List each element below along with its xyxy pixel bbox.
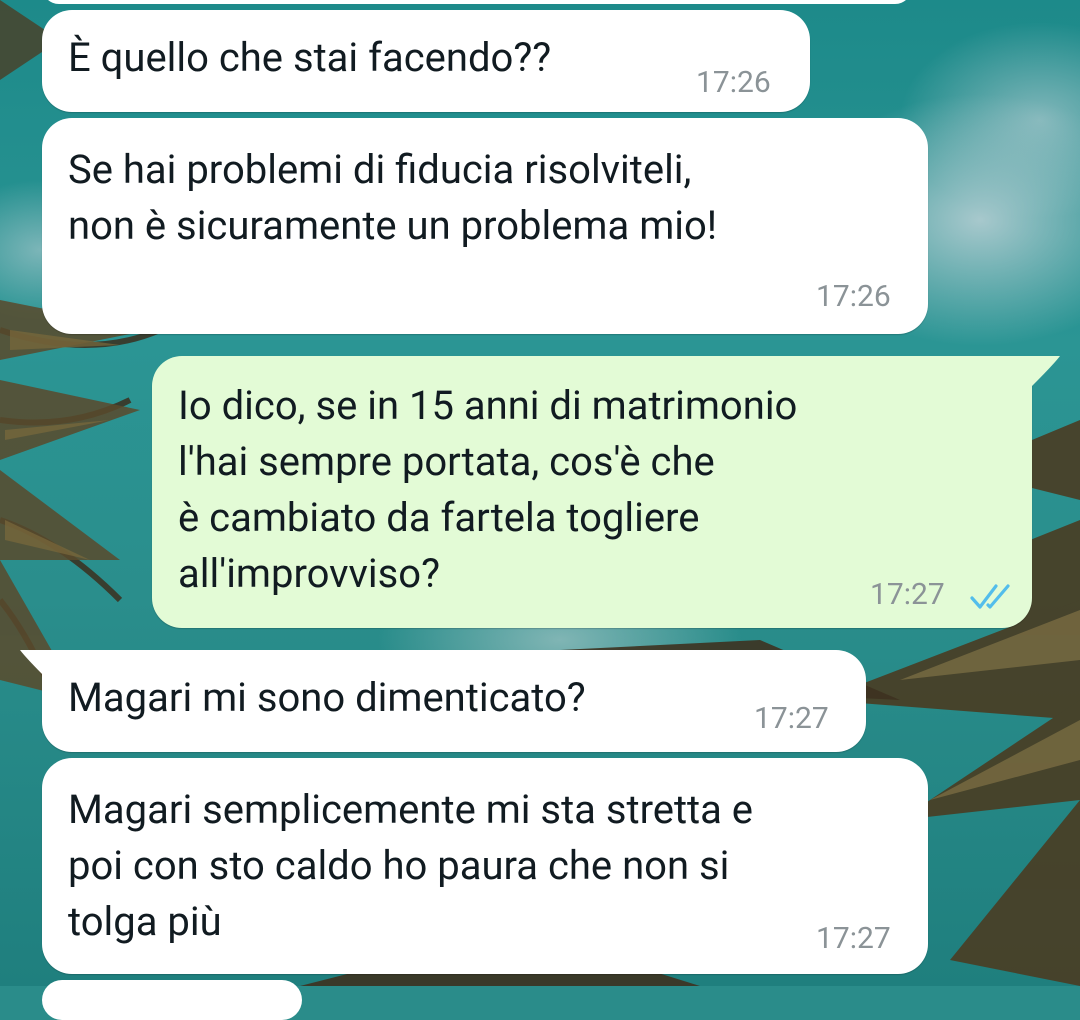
- message-text: Io dico, se in 15 anni di matrimonio l'h…: [178, 382, 798, 597]
- message-text: È quello che stai facendo??: [68, 34, 552, 81]
- message-time: 17:27: [754, 701, 829, 736]
- incoming-message-bubble[interactable]: È quello che stai facendo?? 17:26: [42, 10, 810, 112]
- incoming-message-bubble[interactable]: Magari mi sono dimenticato? 17:27: [42, 650, 866, 752]
- outgoing-message-bubble[interactable]: Io dico, se in 15 anni di matrimonio l'h…: [152, 356, 1032, 628]
- message-text: Magari mi sono dimenticato?: [68, 674, 586, 721]
- partial-message-bubble-top: [42, 0, 912, 4]
- incoming-bubble-tail: [20, 650, 54, 680]
- partial-message-bubble-bottom: [42, 980, 302, 1020]
- incoming-message-bubble[interactable]: Magari semplicemente mi sta stretta e po…: [42, 758, 928, 974]
- message-time: 17:27: [816, 921, 891, 956]
- message-time: 17:27: [870, 577, 945, 612]
- message-text: Se hai problemi di fiducia risolviteli, …: [68, 146, 718, 249]
- incoming-message-bubble[interactable]: Se hai problemi di fiducia risolviteli, …: [42, 118, 928, 334]
- message-time: 17:26: [696, 65, 771, 100]
- message-time: 17:26: [816, 279, 891, 314]
- outgoing-bubble-tail: [1020, 356, 1060, 386]
- double-check-icon: [970, 584, 1010, 609]
- message-text: Magari semplicemente mi sta stretta e po…: [68, 786, 754, 945]
